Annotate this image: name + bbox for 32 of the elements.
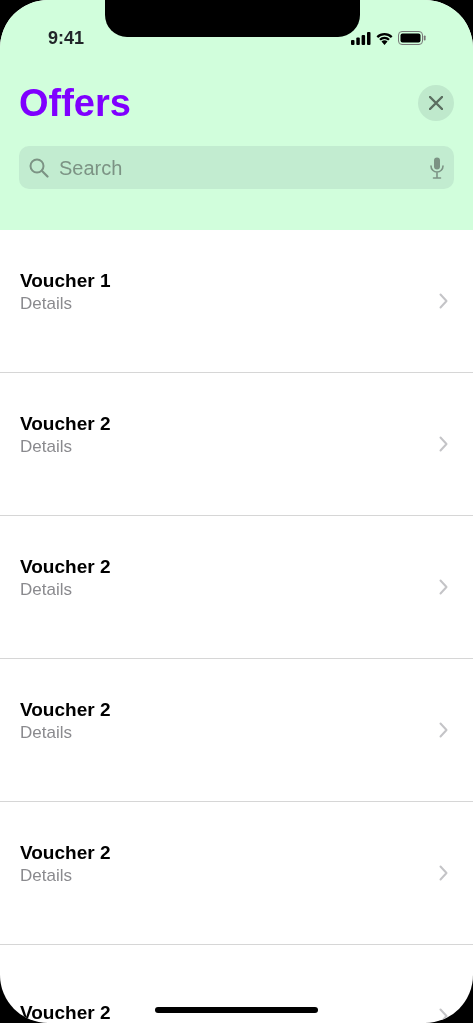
voucher-details: Details <box>20 721 73 744</box>
wifi-icon <box>375 31 394 45</box>
close-button[interactable] <box>418 85 454 121</box>
voucher-details: Details <box>20 864 73 887</box>
voucher-row[interactable]: Voucher 2 Details <box>0 659 473 802</box>
chevron-icon <box>439 865 448 881</box>
voucher-row[interactable]: Voucher 2 Details <box>0 373 473 516</box>
close-icon <box>429 96 443 110</box>
voucher-row[interactable]: Voucher 1 Details <box>0 230 473 373</box>
battery-icon <box>398 31 426 45</box>
voucher-details: Details <box>20 292 73 315</box>
voucher-row[interactable]: Voucher 2 Details <box>0 802 473 945</box>
chevron-icon <box>439 293 448 309</box>
voucher-row[interactable]: Voucher 2 Details <box>0 516 473 659</box>
voucher-title: Voucher 2 <box>20 413 111 436</box>
search-bar[interactable]: Search <box>19 146 454 189</box>
chevron-icon <box>439 436 448 452</box>
voucher-title: Voucher 2 <box>20 556 111 579</box>
search-icon <box>29 157 49 178</box>
voucher-details: Details <box>20 435 73 458</box>
voucher-title: Voucher 2 <box>20 699 111 722</box>
search-field[interactable]: Search <box>57 151 422 184</box>
voucher-title: Voucher 1 <box>20 270 111 293</box>
page-title: Offers <box>19 84 131 122</box>
voucher-details: Details <box>20 578 73 601</box>
chevron-icon <box>439 579 448 595</box>
voucher-title: Voucher 2 <box>20 842 111 865</box>
signal-icon <box>351 31 371 45</box>
status-time: 9:41 <box>48 26 85 50</box>
microphone-icon[interactable] <box>430 156 444 179</box>
chevron-icon <box>439 722 448 738</box>
voucher-title: Voucher 2 <box>20 1001 111 1023</box>
